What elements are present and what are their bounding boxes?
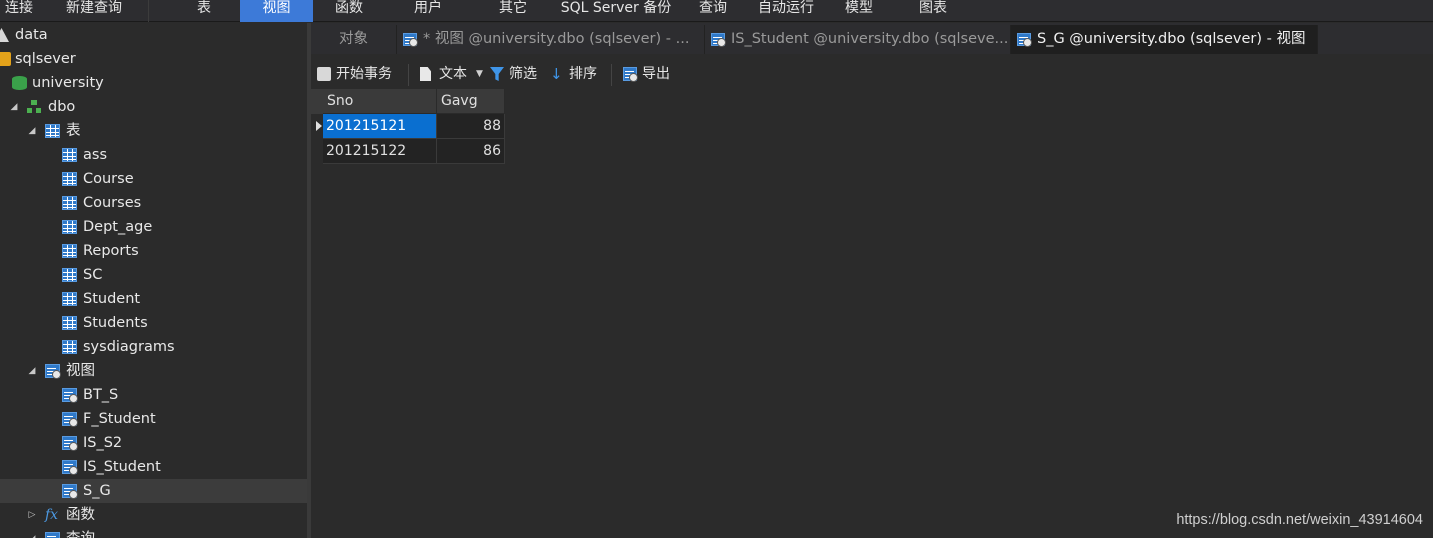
menu-model[interactable]: 模型: [838, 0, 880, 22]
menu-chart[interactable]: 图表: [910, 0, 956, 22]
table-icon: [62, 316, 77, 330]
menu-new-query[interactable]: 新建查询: [56, 0, 132, 22]
table-icon: [62, 244, 77, 258]
tree-node-view-s-g[interactable]: S_G: [0, 479, 307, 503]
tree-node-view-is-s2[interactable]: IS_S2: [0, 431, 307, 455]
tab-view-design[interactable]: * 视图 @university.dbo (sqlsever) - ...: [397, 25, 705, 54]
table-icon: [62, 292, 77, 306]
menu-function[interactable]: 函数: [326, 0, 372, 22]
table-icon: [62, 196, 77, 210]
tree-node-table-student[interactable]: Student: [0, 287, 307, 311]
tree-node-queries[interactable]: ◢ 查询: [0, 527, 307, 538]
tree-node-table-courses[interactable]: Courses: [0, 191, 307, 215]
grid-cell-gavg[interactable]: 86: [437, 139, 505, 164]
menu-table[interactable]: 表: [185, 0, 223, 22]
tree-node-tables[interactable]: ◢ 表: [0, 119, 307, 143]
sort-icon: ↓: [550, 65, 563, 83]
grid-cell-sno[interactable]: 201215122: [323, 139, 437, 164]
dropdown-caret-icon: ▼: [476, 69, 483, 79]
tree-node-table-sysdiagrams[interactable]: sysdiagrams: [0, 335, 307, 359]
toolbar: 开始事务 文本 ▼ 筛选 ↓ 排序 导出: [311, 60, 1433, 89]
expand-arrow-icon[interactable]: ◢: [26, 359, 38, 383]
function-icon: fx: [45, 507, 59, 523]
tree-node-view-bt-s[interactable]: BT_S: [0, 383, 307, 407]
document-icon: [420, 67, 431, 81]
table-icon: [62, 340, 77, 354]
filter-icon: [490, 67, 504, 81]
connection-icon: [0, 52, 11, 66]
expand-arrow-icon[interactable]: ◢: [8, 95, 20, 119]
begin-transaction-button[interactable]: 开始事务: [317, 63, 403, 85]
menu-connect[interactable]: 连接: [0, 0, 38, 22]
table-icon: [62, 220, 77, 234]
navigation-tree: data sqlsever university ◢ dbo ◢ 表 ass C…: [0, 23, 307, 538]
view-icon: [62, 388, 78, 403]
collapse-arrow-icon[interactable]: ▷: [26, 503, 38, 527]
expand-arrow-icon[interactable]: ◢: [26, 119, 38, 143]
view-design-icon: [403, 33, 418, 47]
menu-query[interactable]: 查询: [692, 0, 734, 22]
tree-node-views[interactable]: ◢ 视图: [0, 359, 307, 383]
table-icon: [62, 172, 77, 186]
column-header-sno[interactable]: Sno: [323, 89, 437, 114]
tree-node-university[interactable]: university: [0, 71, 307, 95]
tree-node-sqlsever[interactable]: sqlsever: [0, 47, 307, 71]
watermark: https://blog.csdn.net/weixin_43914604: [1176, 512, 1423, 528]
transaction-icon: [317, 67, 331, 81]
menu-automation[interactable]: 自动运行: [752, 0, 820, 22]
tree-node-view-f-student[interactable]: F_Student: [0, 407, 307, 431]
filter-button[interactable]: 筛选: [490, 63, 542, 85]
view-icon: [62, 484, 78, 499]
export-button[interactable]: 导出: [623, 63, 677, 85]
tree-node-table-course[interactable]: Course: [0, 167, 307, 191]
tree-node-table-students[interactable]: Students: [0, 311, 307, 335]
tree-node-table-reports[interactable]: Reports: [0, 239, 307, 263]
view-icon: [62, 412, 78, 427]
tree-node-functions[interactable]: ▷ fx 函数: [0, 503, 307, 527]
table-icon: [62, 148, 77, 162]
view-icon: [711, 33, 726, 47]
view-folder-icon: [45, 364, 61, 379]
menu-view[interactable]: 视图: [240, 0, 313, 22]
schema-icon: [27, 100, 42, 114]
menu-other[interactable]: 其它: [490, 0, 536, 22]
view-icon: [1017, 33, 1032, 47]
tree-node-table-dept-age[interactable]: Dept_age: [0, 215, 307, 239]
text-view-button[interactable]: 文本 ▼: [420, 63, 486, 85]
tab-objects[interactable]: 对象: [311, 25, 397, 54]
data-icon: [0, 28, 9, 42]
query-icon: [45, 532, 60, 538]
sort-button[interactable]: ↓ 排序: [550, 63, 602, 85]
view-icon: [62, 436, 78, 451]
column-header-gavg[interactable]: Gavg: [437, 89, 505, 114]
grid-cell-sno[interactable]: 201215121: [323, 114, 437, 139]
grid-cell-gavg[interactable]: 88: [437, 114, 505, 139]
tree-node-data[interactable]: data: [0, 23, 307, 47]
tab-bar: 对象 * 视图 @university.dbo (sqlsever) - ...…: [311, 23, 1433, 54]
view-icon: [62, 460, 78, 475]
toolbar-separator: [408, 64, 409, 86]
menu-bar: 连接 新建查询 表 视图 函数 用户 其它 SQL Server 备份 查询 自…: [0, 0, 1433, 22]
table-folder-icon: [45, 124, 60, 138]
menu-user[interactable]: 用户: [404, 0, 452, 22]
tree-node-table-ass[interactable]: ass: [0, 143, 307, 167]
tree-node-table-sc[interactable]: SC: [0, 263, 307, 287]
database-icon: [12, 76, 27, 90]
tab-s-g[interactable]: S_G @university.dbo (sqlsever) - 视图: [1011, 25, 1318, 54]
export-icon: [623, 67, 638, 82]
menu-separator: [148, 0, 149, 22]
toolbar-separator: [611, 64, 612, 86]
tree-node-view-is-student[interactable]: IS_Student: [0, 455, 307, 479]
tree-node-dbo[interactable]: ◢ dbo: [0, 95, 307, 119]
table-icon: [62, 268, 77, 282]
tab-is-student[interactable]: IS_Student @university.dbo (sqlseve...: [705, 25, 1011, 54]
menu-sqlserver-backup[interactable]: SQL Server 备份: [554, 0, 678, 22]
expand-arrow-icon[interactable]: ◢: [26, 527, 38, 538]
result-grid-area: Sno Gavg 201215121 88 201215122 86: [311, 89, 1433, 538]
